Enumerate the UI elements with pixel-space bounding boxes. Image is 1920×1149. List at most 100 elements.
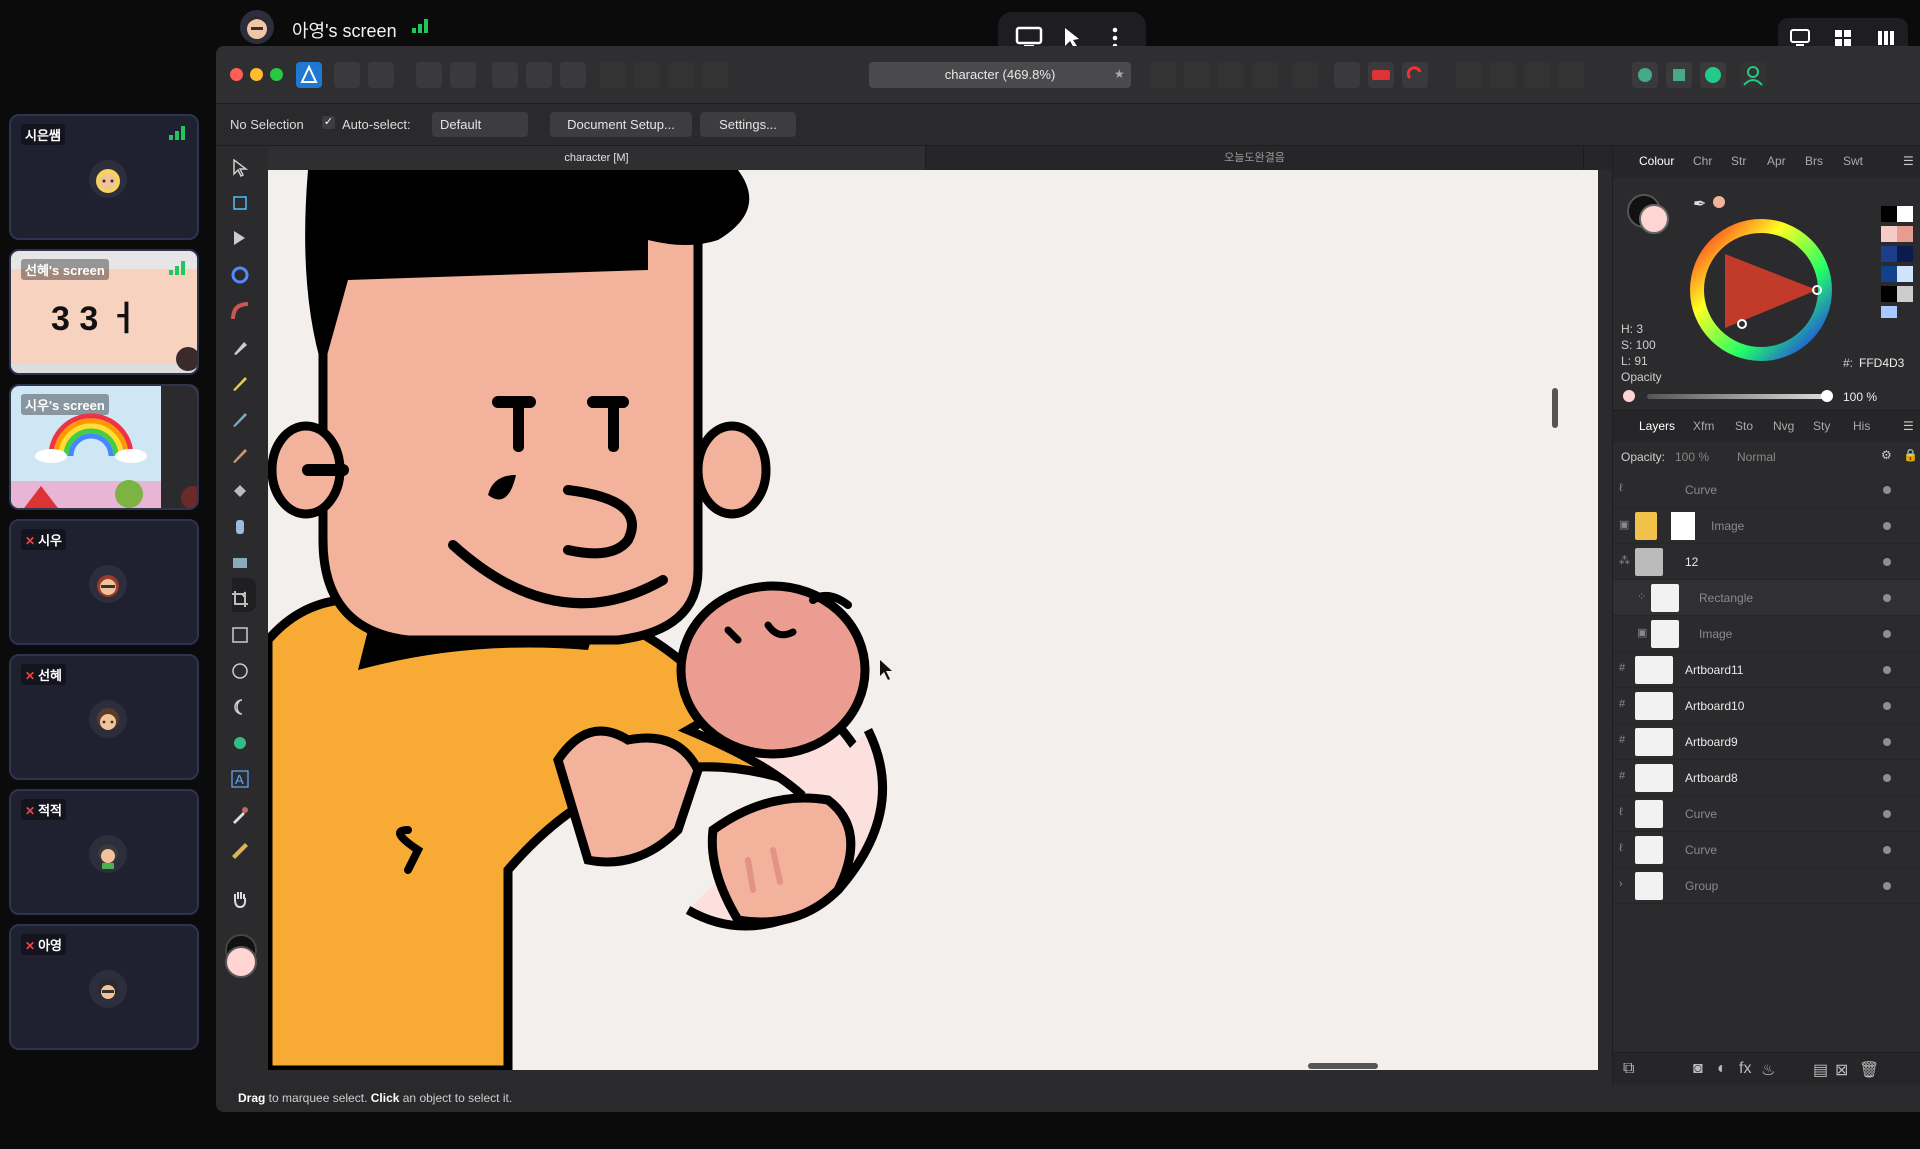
layers-options-icon[interactable]: ⧉ [1623, 1060, 1634, 1078]
paint-brush-icon[interactable] [228, 443, 252, 467]
eyedropper-icon[interactable]: ✒ [1693, 194, 1706, 214]
canvas-scrollbar[interactable] [1552, 388, 1558, 428]
auto-select-checkbox[interactable]: ✓ [322, 116, 335, 129]
participant-screen-tile[interactable]: 시우's screen [9, 384, 199, 510]
crescent-tool-icon[interactable] [228, 695, 252, 719]
close-window-button[interactable] [230, 68, 243, 81]
rotate-right-icon[interactable] [1252, 62, 1278, 88]
shape-tool-icon[interactable] [228, 731, 252, 755]
layer-row[interactable]: ⁘ Rectangle [1613, 580, 1920, 616]
layer-row[interactable]: › Group [1613, 868, 1920, 904]
layer-row[interactable]: ℓ Curve [1613, 472, 1920, 508]
boolean-xor-icon[interactable] [1558, 62, 1584, 88]
tab-stroke[interactable]: Str [1731, 154, 1746, 168]
vector-brush-tool-icon[interactable] [228, 407, 252, 431]
flip-horizontal-icon[interactable] [1150, 62, 1176, 88]
participant-tile[interactable]: ✕ 선혜 [9, 654, 199, 780]
boolean-intersect-icon[interactable] [1524, 62, 1550, 88]
tab-stock[interactable]: Sto [1735, 419, 1753, 433]
minimize-window-button[interactable] [250, 68, 263, 81]
layer-row[interactable]: # Artboard9 [1613, 724, 1920, 760]
layer-row[interactable]: ℓ Curve [1613, 796, 1920, 832]
add-pixel-layer-icon[interactable]: ⊠ [1835, 1060, 1848, 1080]
place-image-icon[interactable] [228, 551, 252, 575]
rectangle-tool-icon[interactable] [228, 623, 252, 647]
visibility-dot[interactable] [1883, 558, 1891, 566]
hex-input[interactable]: FFD4D3 [1859, 356, 1904, 370]
auto-select-dropdown[interactable]: Default [432, 112, 528, 137]
panel-menu-icon[interactable]: ☰ [1903, 154, 1914, 168]
visibility-dot[interactable] [1883, 594, 1891, 602]
flip-vertical-icon[interactable] [1184, 62, 1210, 88]
adjustment-icon[interactable]: ◐ [1717, 1060, 1727, 1078]
settings-gear-icon[interactable] [416, 62, 442, 88]
layer-settings-gear-icon[interactable]: ⚙ [1881, 448, 1892, 462]
snap-toggle-icon[interactable] [1368, 62, 1394, 88]
text-tool-icon[interactable]: A [228, 767, 252, 791]
order-backward-icon[interactable] [634, 62, 660, 88]
artboard-canvas[interactable] [268, 170, 1598, 1070]
document-title[interactable]: character (469.8%) [869, 62, 1131, 88]
layer-row[interactable]: # Artboard10 [1613, 688, 1920, 724]
visibility-dot[interactable] [1883, 882, 1891, 890]
export-persona-icon[interactable] [368, 62, 394, 88]
opacity-value[interactable]: 100 % [1843, 390, 1877, 404]
fill-color-swatch[interactable] [1639, 204, 1669, 234]
tab-swatches[interactable]: Swt [1843, 154, 1863, 168]
fill-tool-icon[interactable] [228, 479, 252, 503]
fill-color-swatch[interactable] [225, 946, 257, 978]
artboard-tool-icon[interactable] [228, 191, 252, 215]
canvas-h-scrollbar[interactable] [1308, 1063, 1378, 1069]
layer-row[interactable]: ▣ Image [1613, 508, 1920, 544]
blend-mode-select[interactable]: Normal [1737, 450, 1776, 464]
zoom-window-button[interactable] [270, 68, 283, 81]
visibility-dot[interactable] [1883, 738, 1891, 746]
delete-layer-icon[interactable]: 🗑 [1859, 1060, 1879, 1080]
snap-grid-icon[interactable] [1334, 62, 1360, 88]
canvas-area[interactable] [268, 170, 1664, 1070]
tab-second-document[interactable]: 오늘도완결음 [926, 146, 1584, 170]
node-tool-icon[interactable] [228, 227, 252, 251]
visibility-dot[interactable] [1883, 666, 1891, 674]
opacity-slider[interactable] [1647, 394, 1827, 399]
pixel-view-icon[interactable] [526, 62, 552, 88]
layer-row[interactable]: # Artboard11 [1613, 652, 1920, 688]
rotate-left-icon[interactable] [1218, 62, 1244, 88]
boolean-subtract-icon[interactable] [1490, 62, 1516, 88]
layer-row[interactable]: # Artboard8 [1613, 760, 1920, 796]
user-icon[interactable] [1740, 62, 1766, 88]
visibility-dot[interactable] [1883, 486, 1891, 494]
designer-persona-icon[interactable] [296, 62, 322, 88]
visibility-dot[interactable] [1883, 774, 1891, 782]
tab-appearance[interactable]: Apr [1767, 154, 1786, 168]
shape-icon[interactable] [1666, 62, 1692, 88]
participant-tile[interactable]: 시은쌤 [9, 114, 199, 240]
participant-tile[interactable]: ✕ 적적 [9, 789, 199, 915]
layer-row[interactable]: ⁂ 12 [1613, 544, 1920, 580]
move-tool-icon[interactable] [228, 156, 252, 180]
participant-tile[interactable]: ✕ 시우 [9, 519, 199, 645]
participant-screen-tile[interactable]: 선혜's screen 3 3 ㅓ [9, 249, 199, 375]
tab-brushes[interactable]: Brs [1805, 154, 1823, 168]
transparency-tool-icon[interactable] [228, 515, 252, 539]
tab-history[interactable]: His [1853, 419, 1870, 433]
layer-opacity-value[interactable]: 100 % [1675, 450, 1709, 464]
eyedropper-tool-icon[interactable] [228, 803, 252, 827]
visibility-dot[interactable] [1883, 846, 1891, 854]
align-icon[interactable] [1292, 62, 1318, 88]
pen-tool-icon[interactable] [228, 335, 252, 359]
order-front-icon[interactable] [702, 62, 728, 88]
add-layer-icon[interactable]: ▤ [1813, 1060, 1828, 1080]
tab-transform[interactable]: Xfm [1693, 419, 1714, 433]
expand-chevron-icon[interactable]: › [1619, 878, 1623, 890]
outline-view-icon[interactable] [560, 62, 586, 88]
tab-navigator[interactable]: Nvg [1773, 419, 1794, 433]
star-icon[interactable]: ★ [1114, 67, 1125, 81]
contour-tool-icon[interactable] [228, 263, 252, 287]
visibility-dot[interactable] [1883, 810, 1891, 818]
fx-icon[interactable]: fx [1739, 1060, 1751, 1078]
colour-wheel[interactable] [1687, 216, 1835, 364]
tab-character[interactable]: character [M] [268, 146, 926, 170]
boolean-add-icon[interactable] [1456, 62, 1482, 88]
participant-tile[interactable]: ✕ 아영 [9, 924, 199, 1050]
